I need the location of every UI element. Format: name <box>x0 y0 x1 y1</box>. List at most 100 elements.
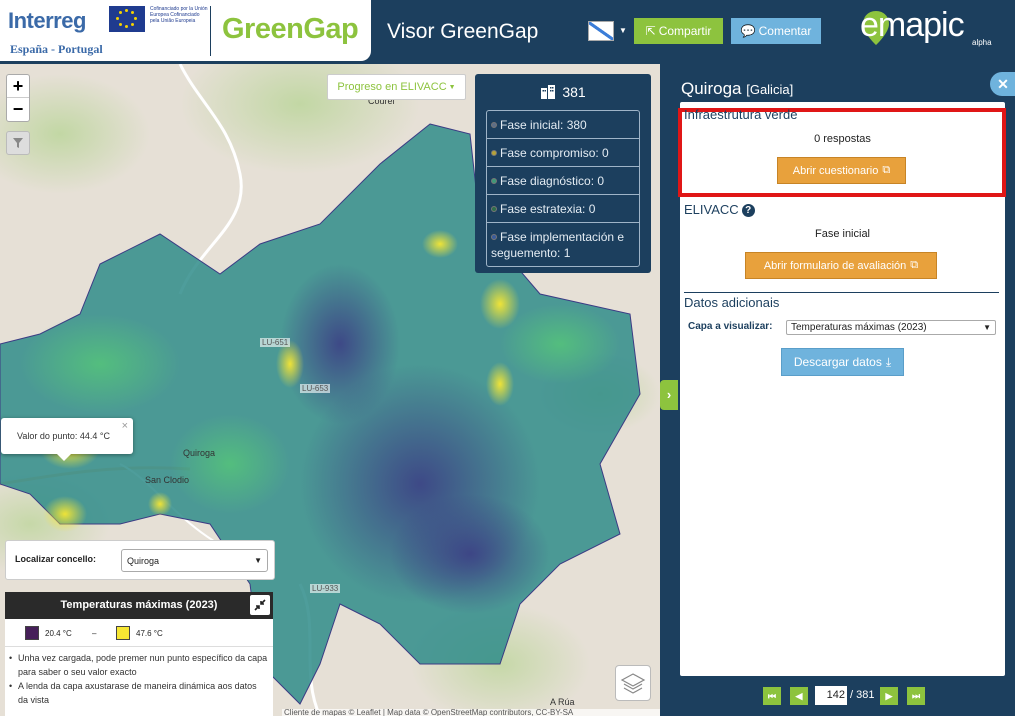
locate-municipality: Localizar concello: Quiroga ▼ <box>5 540 275 580</box>
road-label: LU-933 <box>310 584 341 593</box>
panel-toggle-button[interactable]: › <box>660 380 678 410</box>
close-icon[interactable]: × <box>122 420 128 432</box>
open-evaluation-form-label: Abrir formulario de avaliación <box>763 259 907 272</box>
phase-dot-icon <box>491 234 497 240</box>
filter-button[interactable] <box>6 131 30 155</box>
close-panel-button[interactable]: ✕ <box>990 72 1015 96</box>
phase-summary-panel: 381 Fase inicial: 380 Fase compromiso: 0… <box>475 74 651 273</box>
eu-cofinance-text: Cofinanciado por la Unión Europea Cofina… <box>150 6 208 25</box>
app-title: Visor GreenGap <box>387 20 539 43</box>
buildings-icon <box>541 85 556 99</box>
phase-list: Fase inicial: 380 Fase compromiso: 0 Fas… <box>486 110 640 267</box>
collapse-legend-button[interactable] <box>250 595 270 615</box>
phase-item-label: Fase estratexia: 0 <box>500 202 596 216</box>
phase-item-label: Fase diagnóstico: 0 <box>500 174 605 188</box>
download-data-button[interactable]: Descargar datos ⤓ <box>781 348 904 376</box>
map-attribution[interactable]: Cliente de mapas © Leaflet | Map data © … <box>282 709 660 716</box>
open-questionnaire-button[interactable]: Abrir cuestionario ⧉ <box>777 157 906 184</box>
elivacc-phase: Fase inicial <box>814 228 871 240</box>
phase-item-label: Fase implementación e seguemento: 1 <box>491 230 625 260</box>
progress-dropdown[interactable]: Progreso en ELIVACC ▼ <box>327 74 466 100</box>
phase-item-estratexia[interactable]: Fase estratexia: 0 <box>487 195 639 223</box>
legend-note: A lenda da capa axustarase de maneira di… <box>7 679 269 707</box>
panel-body: Infraestrutura verde 0 respostas Abrir c… <box>678 102 1006 676</box>
zoom-out-button[interactable]: − <box>7 98 29 121</box>
municipality-name: Quiroga <box>681 79 742 98</box>
phase-summary-header: 381 <box>486 74 640 110</box>
chevron-down-icon: ▼ <box>448 83 456 91</box>
zoom-control: + − <box>6 74 30 122</box>
open-evaluation-form-button[interactable]: Abrir formulario de avaliación ⧉ <box>745 252 937 279</box>
zoom-in-button[interactable]: + <box>7 75 29 98</box>
download-data-label: Descargar datos <box>793 355 882 369</box>
last-page-button[interactable]: ⏭ <box>907 687 925 705</box>
phase-item-label: Fase compromiso: 0 <box>500 146 609 160</box>
phase-item-diagnostico[interactable]: Fase diagnóstico: 0 <box>487 167 639 195</box>
comment-label: Comentar <box>758 24 812 38</box>
previous-page-button[interactable]: ◀ <box>790 687 808 705</box>
place-label-quiroga: Quiroga <box>183 448 216 458</box>
phase-dot-icon <box>491 122 497 128</box>
elivacc-title: ELIVACC? <box>684 202 755 217</box>
download-icon: ⤓ <box>885 354 892 369</box>
emapic-alpha-tag: alpha <box>972 38 992 47</box>
external-link-icon: ⧉ <box>910 259 919 271</box>
layer-legend: Temperaturas máximas (2023) 20.4 °C – 47… <box>5 592 273 716</box>
extra-data-title: Datos adicionais <box>684 295 780 310</box>
share-label: Compartir <box>658 24 712 38</box>
share-button[interactable]: ⇱ Compartir <box>634 18 723 44</box>
progress-dropdown-label: Progreso en ELIVACC <box>337 81 447 93</box>
logo-divider <box>210 6 211 56</box>
legend-min-label: 20.4 °C <box>45 629 72 638</box>
phase-dot-icon <box>491 178 497 184</box>
legend-max-label: 47.6 °C <box>136 629 163 638</box>
layer-select-value: Temperaturas máximas (2023) <box>791 322 927 333</box>
interreg-subtitle: España - Portugal <box>10 42 103 56</box>
phase-dot-icon <box>491 150 497 156</box>
place-label-a-rua: A Rúa <box>550 697 575 707</box>
legend-min-swatch <box>25 626 39 640</box>
green-infra-title: Infraestrutura verde <box>684 107 798 122</box>
compress-icon <box>254 599 266 611</box>
interreg-logo: Interreg <box>8 8 86 33</box>
emapic-logo: emapic <box>860 6 965 44</box>
phase-item-label: Fase inicial: 380 <box>500 118 587 132</box>
layer-select[interactable]: Temperaturas máximas (2023) ▼ <box>786 320 996 335</box>
help-icon[interactable]: ? <box>741 204 755 217</box>
share-icon: ⇱ <box>645 24 656 38</box>
chevron-down-icon: ▼ <box>983 323 991 332</box>
road-label: LU-651 <box>260 338 291 347</box>
phase-dot-icon <box>491 206 497 212</box>
municipality-total: 381 <box>562 84 586 100</box>
region-name: [Galicia] <box>746 82 794 97</box>
language-caret-icon[interactable]: ▼ <box>619 26 627 35</box>
road-label: LU-653 <box>300 384 331 393</box>
page-number-input[interactable]: 142 <box>815 686 847 705</box>
municipality-select-value: Quiroga <box>127 556 160 566</box>
place-label-san-clodio: San Clodio <box>145 475 190 485</box>
greengap-logo: GreenGap <box>222 13 359 45</box>
point-value-popup: Valor do punto: 44.4 °C × <box>1 418 133 461</box>
comment-icon: 💬 <box>740 24 756 38</box>
eu-flag-icon <box>109 6 145 32</box>
layers-icon <box>620 673 646 694</box>
partner-logos: Interreg España - Portugal Cofinanciado … <box>0 0 371 61</box>
filter-icon <box>13 138 23 148</box>
municipality-select[interactable]: Quiroga ▼ <box>121 549 268 572</box>
top-bar: Interreg España - Portugal Cofinanciado … <box>0 0 1015 64</box>
legend-dash: – <box>92 629 97 638</box>
phase-item-compromiso[interactable]: Fase compromiso: 0 <box>487 139 639 167</box>
elivacc-title-text: ELIVACC <box>684 202 739 217</box>
phase-item-implementacion[interactable]: Fase implementación e seguemento: 1 <box>487 223 639 266</box>
locate-label: Localizar concello: <box>15 554 97 564</box>
phase-item-inicial[interactable]: Fase inicial: 380 <box>487 111 639 139</box>
first-page-button[interactable]: ⏮ <box>763 687 781 705</box>
legend-notes: Unha vez cargada, pode premer nun punto … <box>5 647 273 707</box>
legend-note: Unha vez cargada, pode premer nun punto … <box>7 651 269 679</box>
language-selector[interactable] <box>588 21 614 41</box>
next-page-button[interactable]: ▶ <box>880 687 898 705</box>
layers-button[interactable] <box>615 665 651 701</box>
legend-scale: 20.4 °C – 47.6 °C <box>5 619 273 647</box>
comment-button[interactable]: 💬 Comentar <box>731 18 821 44</box>
layer-select-label: Capa a visualizar: <box>688 321 773 332</box>
